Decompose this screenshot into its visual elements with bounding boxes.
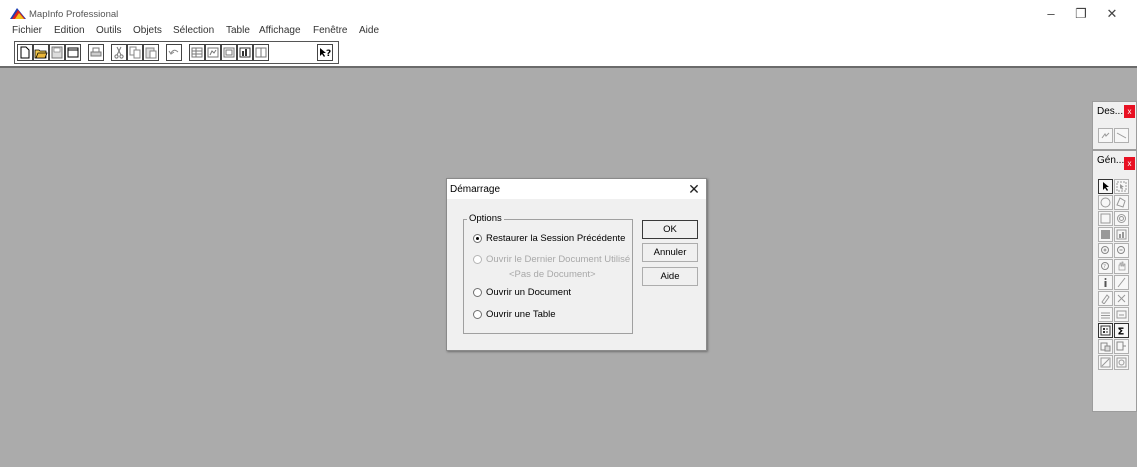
symbol-tool-icon[interactable]	[1098, 128, 1113, 143]
restore-button[interactable]: ❐	[1071, 6, 1091, 22]
dialog-close-button[interactable]: ✕	[685, 180, 703, 198]
save-icon[interactable]	[49, 44, 65, 61]
print-icon[interactable]	[88, 44, 104, 61]
menu-fichier[interactable]: Fichier	[12, 24, 42, 38]
menu-selection[interactable]: Sélection	[173, 24, 214, 38]
title-bar: MapInfo Professional – ❐ ✕	[0, 0, 1137, 22]
menu-table[interactable]: Table	[226, 24, 250, 38]
app-title: MapInfo Professional	[29, 9, 119, 20]
line-tool-icon[interactable]	[1114, 128, 1129, 143]
radio-button[interactable]	[473, 234, 482, 243]
help-pointer-icon[interactable]: ?	[317, 44, 333, 61]
clip-region-icon[interactable]	[1114, 307, 1129, 322]
menu-affichage[interactable]: Affichage	[259, 24, 301, 38]
select-arrow-icon[interactable]	[1098, 179, 1113, 194]
ok-button[interactable]: OK	[642, 220, 698, 239]
drawing-palette-close-button[interactable]: x	[1124, 105, 1135, 118]
zoom-in-icon[interactable]	[1098, 243, 1113, 258]
dialog-title-bar: Démarrage ✕	[447, 179, 706, 199]
options-group-label: Options	[467, 213, 504, 225]
menu-outils[interactable]: Outils	[96, 24, 122, 38]
radio-label: Ouvrir une Table	[486, 309, 556, 320]
radio-button	[473, 255, 482, 264]
main-palette-title: Gén...	[1097, 155, 1125, 166]
layer-control-icon[interactable]	[1098, 307, 1113, 322]
change-view-icon[interactable]: ?	[1098, 259, 1113, 274]
paste-icon[interactable]	[143, 44, 159, 61]
graph-icon[interactable]	[237, 44, 253, 61]
legend-icon[interactable]	[1098, 323, 1113, 338]
copy-icon[interactable]	[127, 44, 143, 61]
radius-select-icon[interactable]	[1098, 195, 1113, 210]
main-palette: Gén... x ? Σ	[1092, 150, 1137, 412]
window-icon[interactable]	[65, 44, 81, 61]
svg-text:Σ: Σ	[1118, 327, 1125, 337]
browser-icon[interactable]	[189, 44, 205, 61]
dialog-title: Démarrage	[450, 184, 501, 195]
svg-text:?: ?	[1103, 264, 1106, 270]
mapinfo-logo-icon	[10, 8, 26, 19]
open-folder-icon[interactable]	[33, 44, 49, 61]
invert-selection-icon[interactable]	[1098, 227, 1113, 242]
reshape-icon[interactable]	[1098, 355, 1113, 370]
help-button[interactable]: Aide	[642, 267, 698, 286]
map-window-icon[interactable]	[205, 44, 221, 61]
layout-icon[interactable]	[221, 44, 237, 61]
radio-label: Ouvrir un Document	[486, 287, 572, 298]
drawing-palette: Des... x	[1092, 101, 1137, 150]
radio-button[interactable]	[473, 288, 482, 297]
undo-icon[interactable]	[166, 44, 182, 61]
startup-dialog: Démarrage ✕ Options Restaurer la Session…	[446, 178, 707, 351]
radio-label: Restaurer la Session Précédente	[486, 233, 626, 244]
polygon-select-icon[interactable]	[1114, 195, 1129, 210]
svg-text:?: ?	[326, 49, 331, 59]
drag-map-icon[interactable]	[1114, 291, 1129, 306]
graph-select-icon[interactable]	[1114, 227, 1129, 242]
marquee-select-icon[interactable]	[1114, 179, 1129, 194]
menu-edition[interactable]: Edition	[54, 24, 85, 38]
cut-icon[interactable]	[111, 44, 127, 61]
minimize-button[interactable]: –	[1041, 6, 1061, 22]
grabber-hand-icon[interactable]	[1114, 259, 1129, 274]
last-document-placeholder: <Pas de Document>	[509, 269, 596, 280]
menu-aide[interactable]: Aide	[359, 24, 379, 38]
drawing-palette-title: Des...	[1097, 106, 1124, 117]
cancel-button[interactable]: Annuler	[642, 243, 698, 262]
radio-label: Ouvrir le Dernier Document Utilisé	[486, 254, 631, 265]
statistics-sigma-icon[interactable]: Σ	[1114, 323, 1129, 338]
main-palette-close-button[interactable]: x	[1124, 157, 1135, 170]
new-document-icon[interactable]	[17, 44, 33, 61]
unselect-all-icon[interactable]	[1114, 211, 1129, 226]
clip-edit-icon[interactable]	[1114, 355, 1129, 370]
ruler-icon[interactable]	[1114, 275, 1129, 290]
hot-link-icon[interactable]	[1098, 339, 1113, 354]
standard-toolbar: ?	[14, 41, 339, 64]
menu-fenetre[interactable]: Fenêtre	[313, 24, 347, 38]
label-tool-icon[interactable]	[1098, 291, 1113, 306]
close-button[interactable]: ✕	[1102, 6, 1122, 22]
redistricter-icon[interactable]	[253, 44, 269, 61]
thematic-map-icon[interactable]	[1114, 339, 1129, 354]
radio-button[interactable]	[473, 310, 482, 319]
boundary-select-icon[interactable]	[1098, 211, 1113, 226]
menu-objets[interactable]: Objets	[133, 24, 162, 38]
info-tool-icon[interactable]	[1098, 275, 1113, 290]
zoom-out-icon[interactable]	[1114, 243, 1129, 258]
